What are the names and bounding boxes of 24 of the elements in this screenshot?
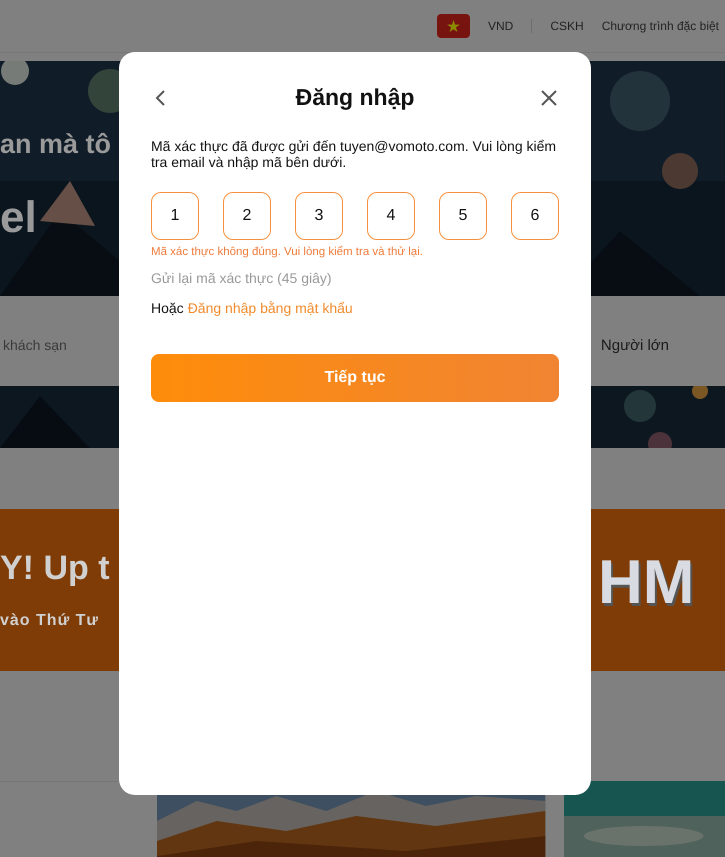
close-icon[interactable] <box>539 88 559 108</box>
flag-icon[interactable] <box>437 14 470 38</box>
guests-field[interactable]: Người lớn <box>600 336 725 354</box>
code-digit-field[interactable]: 6 <box>511 192 559 240</box>
password-login-link[interactable]: Đăng nhập bằng mật khẩu <box>188 300 353 316</box>
alternative-label: Hoặc <box>151 300 184 316</box>
dialog-title: Đăng nhập <box>296 84 414 111</box>
code-digit-field[interactable]: 1 <box>151 192 199 240</box>
code-digit-field[interactable]: 4 <box>367 192 415 240</box>
code-digit-field[interactable]: 5 <box>439 192 487 240</box>
hero-headline: an mà tô <box>0 129 112 160</box>
promo-brand-text: HM <box>598 547 694 618</box>
code-digit-field[interactable]: 3 <box>295 192 343 240</box>
hero-title: el <box>0 193 37 243</box>
nav-link[interactable]: Chương trình đặc biệt <box>602 19 719 33</box>
promo-headline: Y! Up t <box>0 549 110 588</box>
destination-field[interactable]: khách sạn <box>0 337 67 353</box>
code-digit-field[interactable]: 2 <box>223 192 271 240</box>
continue-button[interactable]: Tiếp tục <box>151 354 559 402</box>
error-message: Mã xác thực không đúng. Vui lòng kiểm tra và thử lại. <box>151 246 424 258</box>
instruction-text: Mã xác thực đã được gửi đến tuyen@vomoto.com. Vui lòng kiểm tra email và nhập mã bên dưới. <box>151 138 558 170</box>
nav-link[interactable]: CSKH <box>550 19 584 33</box>
promo-subline: vào Thứ Tư <box>0 612 99 630</box>
currency-selector[interactable]: VND <box>488 19 514 33</box>
